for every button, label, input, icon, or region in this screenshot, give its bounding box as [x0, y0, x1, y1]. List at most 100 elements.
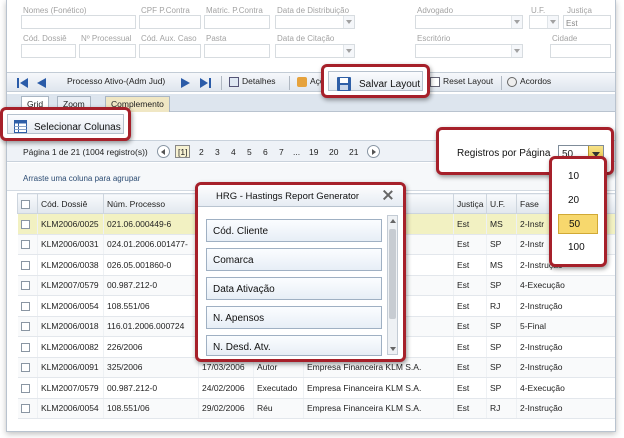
cpf-input[interactable] [139, 15, 201, 29]
matric-input[interactable] [204, 15, 270, 29]
column-header[interactable]: Justiça [453, 193, 487, 214]
filter-label: Cidade [552, 34, 578, 43]
reset-layout-button[interactable]: Reset Layout [430, 76, 493, 87]
row-checkbox[interactable] [17, 316, 38, 337]
hrg-item[interactable]: Cód. Cliente [206, 219, 382, 242]
columns-icon [14, 120, 27, 133]
table-cell: MS [486, 213, 517, 235]
hrg-scrollbar[interactable] [387, 215, 398, 355]
option-50[interactable]: 50 [558, 214, 598, 234]
chevron-down-icon [547, 16, 558, 28]
num-processual-input[interactable] [79, 44, 136, 58]
close-icon[interactable] [383, 190, 393, 200]
prev-icon[interactable] [37, 78, 46, 88]
option-10[interactable]: 10 [558, 167, 598, 187]
first-page-icon[interactable] [17, 78, 29, 88]
justica-select[interactable]: Est [563, 15, 611, 29]
row-checkbox[interactable] [17, 398, 38, 419]
filter-label: CPF P.Contra [141, 6, 190, 15]
table-row[interactable]: KLM2007/0579 00.987.212-0 24/02/2006 Execut… [17, 377, 615, 399]
uf-dropdown[interactable] [529, 15, 559, 29]
filter-label: Advogado [417, 6, 454, 15]
processo-ativo-label[interactable]: Processo Ativo-(Adm Jud) [67, 76, 165, 86]
selecionar-colunas-button[interactable]: Selecionar Colunas [7, 114, 124, 134]
acordos-button[interactable]: Acordos [507, 76, 551, 87]
column-header[interactable]: Cód. Dossiê [37, 193, 104, 214]
hrg-item[interactable]: N. Desd. Atv. [206, 335, 382, 356]
row-checkbox[interactable] [17, 357, 38, 378]
page-link-current[interactable]: [1] [175, 145, 191, 158]
pasta-input[interactable] [204, 44, 270, 58]
table-cell: SP [486, 377, 517, 399]
table-cell: Est [453, 336, 487, 358]
cod-dossie-input[interactable] [21, 44, 76, 58]
reset-icon [430, 76, 440, 87]
hrg-item[interactable]: Comarca [206, 248, 382, 271]
salvar-layout-button[interactable]: Salvar Layout [328, 71, 423, 91]
scroll-down-icon[interactable] [390, 347, 396, 351]
cod-aux-caso-input[interactable] [139, 44, 201, 58]
chevron-down-icon [511, 16, 522, 28]
table-cell: Est [453, 377, 487, 399]
table-cell: Est [453, 295, 487, 317]
page-link[interactable]: 21 [349, 147, 358, 157]
hrg-item[interactable]: Data Ativação [206, 277, 382, 300]
advogado-dropdown[interactable] [415, 15, 523, 29]
select-all-checkbox[interactable] [17, 193, 38, 214]
page-link[interactable]: 7 [279, 147, 284, 157]
table-cell: KLM2006/0082 [37, 336, 104, 358]
table-cell: 00.987.212-0 [103, 377, 199, 399]
selecionar-colunas-callout: Selecionar Colunas [0, 107, 131, 141]
hrg-item[interactable]: N. Apensos [206, 306, 382, 329]
page-link[interactable]: 2 [199, 147, 204, 157]
prev-page-icon[interactable] [157, 145, 170, 158]
page-link[interactable]: 20 [329, 147, 338, 157]
table-cell: KLM2006/0018 [37, 316, 104, 337]
next-icon[interactable] [181, 78, 190, 88]
table-cell: KLM2007/0579 [37, 275, 104, 296]
table-cell: 2-Instrução [516, 357, 615, 378]
next-page-icon[interactable] [367, 145, 380, 158]
option-20[interactable]: 20 [558, 191, 598, 211]
row-checkbox[interactable] [17, 213, 38, 235]
escritorio-dropdown[interactable] [415, 44, 523, 58]
page-link[interactable]: 4 [231, 147, 236, 157]
table-row[interactable]: KLM2006/0054 108.551/06 29/02/2006 Réu Empre… [17, 398, 615, 419]
page-link[interactable]: 6 [263, 147, 268, 157]
nomes-input[interactable] [21, 15, 136, 29]
data-citacao-dropdown[interactable] [275, 44, 355, 58]
page-link[interactable]: 5 [247, 147, 252, 157]
table-cell: 108.551/06 [103, 295, 199, 317]
page-link[interactable]: 3 [215, 147, 220, 157]
column-header[interactable]: Núm. Processo [103, 193, 199, 214]
chevron-down-icon [343, 16, 354, 28]
row-checkbox[interactable] [17, 336, 38, 358]
last-page-icon[interactable] [200, 78, 212, 88]
floppy-disk-icon [337, 77, 351, 91]
table-cell: MS [486, 254, 517, 276]
row-checkbox[interactable] [17, 377, 38, 399]
table-cell: Est [453, 275, 487, 296]
row-checkbox[interactable] [17, 234, 38, 255]
option-100[interactable]: 100 [558, 238, 598, 258]
scroll-up-icon[interactable] [390, 219, 396, 223]
page-link[interactable]: 19 [309, 147, 318, 157]
group-hint: Arraste uma coluna para agrupar [23, 174, 141, 183]
table-cell: Est [453, 316, 487, 337]
table-cell: 4-Execução [516, 275, 615, 296]
data-distribuicao-dropdown[interactable] [275, 15, 355, 29]
selecionar-colunas-label: Selecionar Colunas [34, 122, 121, 133]
table-cell: KLM2006/0091 [37, 357, 104, 378]
hrg-title-bar: HRG - Hastings Report Generator [198, 185, 403, 207]
pager-info: Página 1 de 21 (1004 registro(s)) [23, 147, 148, 157]
row-checkbox[interactable] [17, 254, 38, 276]
cidade-input[interactable] [550, 44, 611, 58]
row-checkbox[interactable] [17, 275, 38, 296]
scrollbar-thumb[interactable] [389, 229, 396, 319]
table-cell: KLM2006/0025 [37, 213, 104, 235]
table-cell: RJ [486, 295, 517, 317]
toolbar: Processo Ativo-(Adm Jud) Detalhes Açõ Re… [7, 72, 615, 92]
detalhes-button[interactable]: Detalhes [229, 76, 276, 87]
column-header[interactable]: U.F. [486, 193, 517, 214]
row-checkbox[interactable] [17, 295, 38, 317]
